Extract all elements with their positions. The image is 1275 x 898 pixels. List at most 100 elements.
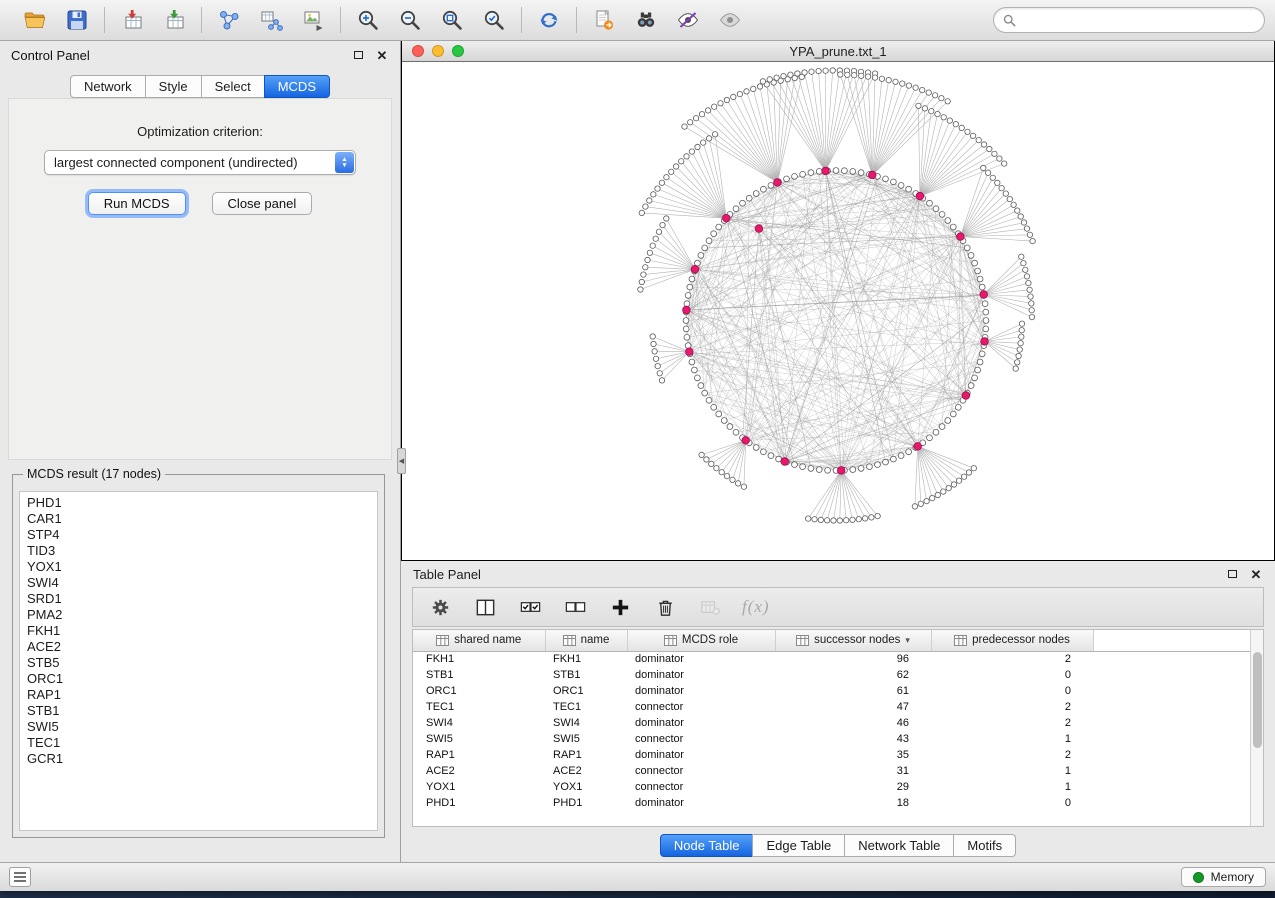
close-panel-icon[interactable]: ✕ <box>375 48 389 62</box>
save-icon[interactable] <box>62 5 92 35</box>
table-row[interactable]: SWI4SWI4dominator462 <box>413 715 1250 731</box>
mcds-result-item[interactable]: PMA2 <box>20 607 377 623</box>
table-row[interactable]: ACE2ACE2connector311 <box>413 763 1250 779</box>
table-scrollbar[interactable] <box>1250 630 1263 826</box>
mcds-result-item[interactable]: STB1 <box>20 703 377 719</box>
column-header-name[interactable]: name <box>545 630 627 651</box>
zoom-selected-icon[interactable] <box>479 5 509 35</box>
table-scrollbar-thumb[interactable] <box>1253 652 1262 748</box>
table-row[interactable]: ORC1ORC1dominator610 <box>413 683 1250 699</box>
table-settings-gear-icon[interactable] <box>427 594 453 620</box>
network-from-table-icon[interactable] <box>256 5 286 35</box>
window-close-icon[interactable] <box>412 45 424 57</box>
import-table-icon[interactable] <box>159 5 189 35</box>
mcds-result-item[interactable]: CAR1 <box>20 511 377 527</box>
column-header-predecessor-nodes[interactable]: predecessor nodes <box>931 630 1093 651</box>
column-header-shared-name[interactable]: shared name <box>413 630 545 651</box>
table-row[interactable]: STB1STB1dominator620 <box>413 667 1250 683</box>
zoom-in-icon[interactable] <box>353 5 383 35</box>
tab-network-table[interactable]: Network Table <box>844 834 954 857</box>
network-canvas[interactable] <box>402 62 1274 560</box>
column-header-mcds-role[interactable]: MCDS role <box>627 630 775 651</box>
mcds-result-item[interactable]: PHD1 <box>20 495 377 511</box>
table-row[interactable]: YOX1YOX1connector291 <box>413 779 1250 795</box>
show-graphics-details-icon[interactable] <box>715 5 745 35</box>
tab-mcds[interactable]: MCDS <box>264 75 330 98</box>
close-table-panel-icon[interactable]: ✕ <box>1249 567 1263 581</box>
mcds-result-item[interactable]: ORC1 <box>20 671 377 687</box>
table-cell <box>1093 795 1250 811</box>
mcds-result-list[interactable]: PHD1CAR1STP4TID3YOX1SWI4SRD1PMA2FKH1ACE2… <box>19 491 378 831</box>
window-maximize-icon[interactable] <box>452 45 464 57</box>
table-cell: connector <box>627 763 775 779</box>
tab-style[interactable]: Style <box>145 75 202 98</box>
table-cell: SWI4 <box>545 715 627 731</box>
node-table-header-row: shared namenameMCDS rolesuccessor nodes▾… <box>413 630 1250 651</box>
mcds-result-item[interactable]: SRD1 <box>20 591 377 607</box>
table-cell: 46 <box>775 715 931 731</box>
mcds-result-item[interactable]: SWI5 <box>20 719 377 735</box>
new-network-icon[interactable] <box>214 5 244 35</box>
table-row[interactable]: TEC1TEC1connector472 <box>413 699 1250 715</box>
table-cell: dominator <box>627 683 775 699</box>
table-row[interactable]: FKH1FKH1dominator962 <box>413 651 1250 667</box>
network-view-window: YPA_prune.txt_1 <box>401 41 1275 561</box>
zoom-fit-icon[interactable] <box>437 5 467 35</box>
mcds-result-item[interactable]: GCR1 <box>20 751 377 767</box>
mcds-result-item[interactable]: ACE2 <box>20 639 377 655</box>
run-mcds-button[interactable]: Run MCDS <box>88 192 186 215</box>
export-image-icon[interactable] <box>298 5 328 35</box>
mcds-result-item[interactable]: RAP1 <box>20 687 377 703</box>
export-network-icon[interactable] <box>589 5 619 35</box>
import-network-icon[interactable] <box>117 5 147 35</box>
mcds-result-item[interactable]: SWI4 <box>20 575 377 591</box>
deselect-all-icon[interactable] <box>562 594 588 620</box>
delete-column-icon[interactable] <box>652 594 678 620</box>
open-folder-icon[interactable] <box>20 5 50 35</box>
table-row[interactable]: SWI5SWI5connector431 <box>413 731 1250 747</box>
mcds-result-item[interactable]: YOX1 <box>20 559 377 575</box>
memory-button[interactable]: Memory <box>1181 867 1266 887</box>
table-cell: 61 <box>775 683 931 699</box>
close-panel-button[interactable]: Close panel <box>212 192 313 215</box>
table-cell <box>1093 747 1250 763</box>
node-table: shared namenameMCDS rolesuccessor nodes▾… <box>413 630 1250 811</box>
mcds-result-item[interactable]: STB5 <box>20 655 377 671</box>
search-input[interactable] <box>1022 13 1255 27</box>
table-cell <box>1093 763 1250 779</box>
tab-node-table[interactable]: Node Table <box>660 834 754 857</box>
panel-menu-icon[interactable] <box>9 867 31 887</box>
refresh-icon[interactable] <box>534 5 564 35</box>
window-minimize-icon[interactable] <box>432 45 444 57</box>
tab-network[interactable]: Network <box>70 75 146 98</box>
tab-edge-table[interactable]: Edge Table <box>752 834 845 857</box>
mcds-result-item[interactable]: TEC1 <box>20 735 377 751</box>
hide-graphics-details-icon[interactable] <box>673 5 703 35</box>
table-cell: SWI4 <box>413 715 545 731</box>
float-panel-icon[interactable] <box>351 48 365 62</box>
table-cell <box>1093 651 1250 667</box>
zoom-out-icon[interactable] <box>395 5 425 35</box>
splitter-collapse-handle[interactable]: ◀ <box>397 448 406 474</box>
network-window-titlebar[interactable]: YPA_prune.txt_1 <box>402 41 1274 62</box>
toolbar-separator <box>340 7 341 33</box>
mcds-result-item[interactable]: STP4 <box>20 527 377 543</box>
column-header-successor-nodes[interactable]: successor nodes▾ <box>775 630 931 651</box>
table-row[interactable]: PHD1PHD1dominator180 <box>413 795 1250 811</box>
find-icon[interactable] <box>631 5 661 35</box>
memory-button-label: Memory <box>1211 870 1254 884</box>
tab-select[interactable]: Select <box>201 75 265 98</box>
add-column-icon[interactable] <box>607 594 633 620</box>
mcds-result-item[interactable]: TID3 <box>20 543 377 559</box>
mcds-result-item[interactable]: FKH1 <box>20 623 377 639</box>
split-panel-icon[interactable] <box>472 594 498 620</box>
select-all-icon[interactable] <box>517 594 543 620</box>
table-cell: ORC1 <box>413 683 545 699</box>
table-row[interactable]: RAP1RAP1dominator352 <box>413 747 1250 763</box>
table-cell: 0 <box>931 667 1093 683</box>
search-field[interactable] <box>993 7 1265 33</box>
optimization-criterion-select[interactable]: largest connected component (undirected)… <box>44 150 356 175</box>
float-table-panel-icon[interactable] <box>1225 567 1239 581</box>
tab-motifs[interactable]: Motifs <box>953 834 1016 857</box>
table-cell: dominator <box>627 651 775 667</box>
